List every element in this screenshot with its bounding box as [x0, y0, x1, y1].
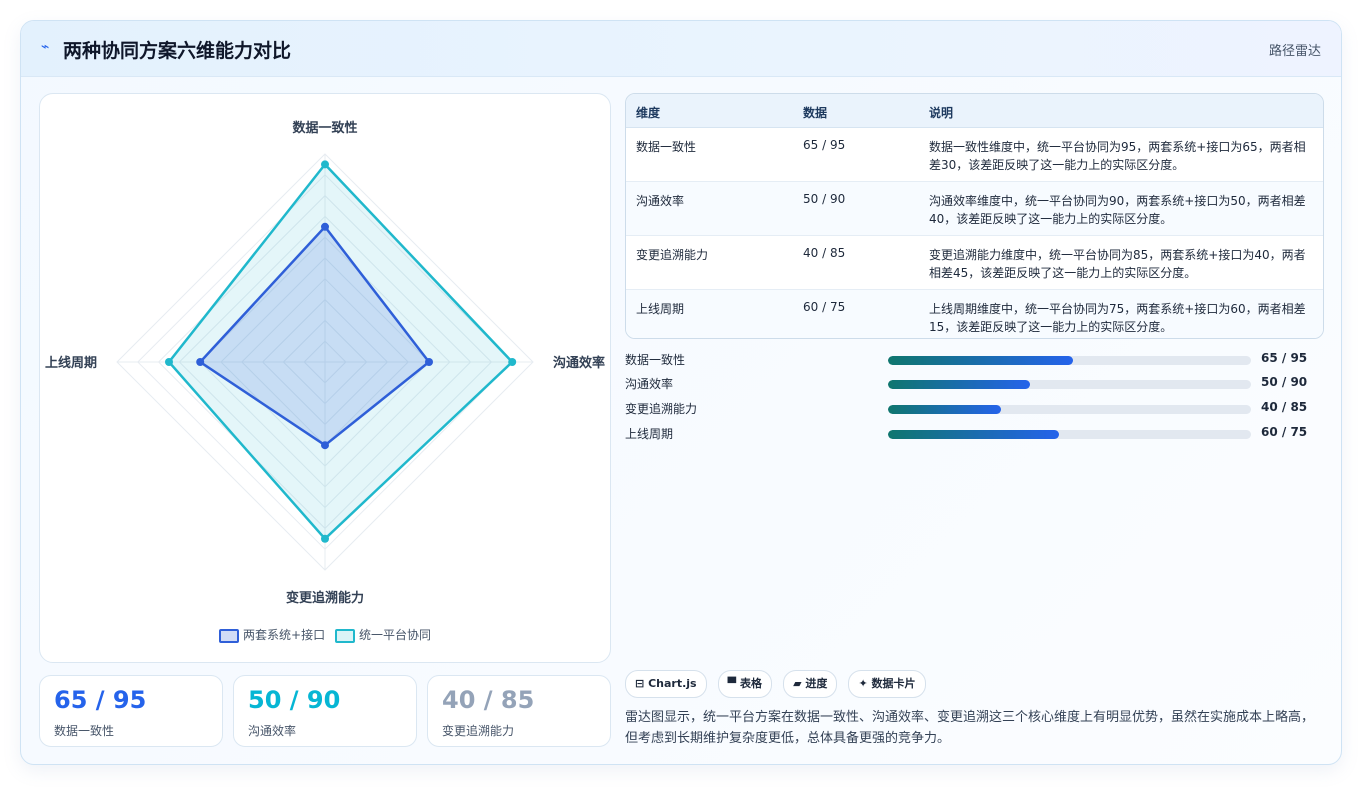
chart-legend: 两套系统+接口 统一平台协同: [40, 626, 610, 643]
progress-label: 数据一致性: [625, 353, 686, 367]
progress-fill: [888, 430, 1059, 439]
progress-track: [888, 405, 1251, 414]
progress-row: 沟通效率 50 / 90: [625, 373, 1324, 393]
cell-dimension: 上线周期: [636, 302, 685, 316]
radar-point: [425, 358, 433, 366]
radar-point: [321, 441, 329, 450]
spark-icon: ✦: [858, 677, 868, 690]
cell-description: 变更追溯能力维度中，统一平台协同为85，两套系统+接口为40，两者相差45，该差…: [929, 248, 1306, 280]
column-header: 数据: [803, 106, 828, 120]
main-card: ⌁ 两种协同方案六维能力对比 路径雷达 数据一致性 沟通效率 变更追溯能力 上线周期 …: [20, 20, 1342, 765]
cell-dimension: 数据一致性: [636, 140, 697, 154]
progress-value: 60 / 75: [1261, 425, 1308, 439]
card-header: ⌁ 两种协同方案六维能力对比 路径雷达: [21, 21, 1341, 77]
progress-value: 40 / 85: [1261, 400, 1308, 414]
stat-value: 40 / 85: [442, 686, 535, 714]
progress-fill: [888, 405, 1001, 414]
progress-label: 沟通效率: [625, 377, 674, 391]
chip-label: 表格: [739, 677, 762, 690]
chip-label: Chart.js: [648, 677, 697, 690]
table-row: 变更追溯能力 40 / 85 变更追溯能力维度中，统一平台协同为85，两套系统+…: [626, 236, 1323, 290]
stat-label: 沟通效率: [248, 724, 297, 738]
legend-swatch: [334, 628, 355, 643]
progress-icon: ▰: [793, 677, 802, 690]
chip-label: 数据卡片: [871, 677, 916, 690]
progress-row: 数据一致性 65 / 95: [625, 349, 1324, 369]
progress-track: [888, 380, 1251, 389]
progress-fill: [888, 356, 1074, 365]
table-header: 维度 数据 说明: [626, 94, 1323, 128]
radar-point: [508, 358, 517, 366]
table-row: 上线周期 60 / 75 上线周期维度中，统一平台协同为75，两套系统+接口为6…: [626, 290, 1323, 338]
cell-description: 数据一致性维度中，统一平台协同为95，两套系统+接口为65，两者相差30，该差距…: [929, 140, 1306, 172]
radar-chart-panel: 数据一致性沟通效率变更追溯能力 上线周期 两套系统+接口 统一平台协同: [39, 93, 611, 663]
progress-value: 50 / 90: [1261, 375, 1308, 389]
stat-label: 数据一致性: [54, 724, 115, 738]
radar-axis-label: 数据一致性: [292, 120, 357, 136]
cell-data: 40 / 85: [803, 246, 846, 260]
chip-data-card[interactable]: ✦ 数据卡片: [848, 670, 926, 698]
page-title: 两种协同方案六维能力对比: [63, 40, 292, 62]
legend-item-series-b[interactable]: 统一平台协同: [334, 626, 431, 643]
cell-data: 60 / 75: [803, 300, 846, 314]
cell-dimension: 沟通效率: [636, 194, 685, 208]
table-row: 数据一致性 65 / 95 数据一致性维度中，统一平台协同为95，两套系统+接口…: [626, 128, 1323, 182]
table-icon: ▀: [727, 677, 737, 690]
progress-track: [888, 430, 1251, 439]
legend-swatch: [219, 628, 240, 643]
cell-data: 50 / 90: [803, 192, 846, 206]
cell-description: 沟通效率维度中，统一平台协同为90，两套系统+接口为50，两者相差40，该差距反…: [929, 194, 1306, 226]
progress-value: 65 / 95: [1261, 351, 1308, 365]
cell-dimension: 变更追溯能力: [636, 248, 709, 262]
window-icon: ⊟: [635, 677, 645, 690]
radar-axis-label: 沟通效率: [553, 355, 605, 371]
tag-chips: ⊟ Chart.js ▀ 表格 ▰ 进度 ✦ 数据卡片: [625, 670, 932, 698]
stat-card: 40 / 85 变更追溯能力: [427, 675, 611, 747]
header-tag: 路径雷达: [1268, 44, 1321, 59]
radar-point: [321, 160, 329, 169]
stat-card: 65 / 95 数据一致性: [39, 675, 223, 747]
stat-card: 50 / 90 沟通效率: [233, 675, 417, 747]
radar-axis-label: 变更追溯能力: [286, 590, 364, 606]
chip-progress[interactable]: ▰ 进度: [783, 670, 838, 698]
chip-chartjs[interactable]: ⊟ Chart.js: [625, 670, 707, 698]
chip-label: 进度: [805, 677, 828, 690]
data-table: 维度 数据 说明 数据一致性 65 / 95 数据一致性维度中，统一平台协同为9…: [625, 93, 1324, 339]
column-header: 说明: [929, 106, 954, 120]
legend-label: 统一平台协同: [358, 628, 431, 642]
progress-label: 上线周期: [625, 427, 674, 441]
legend-label: 两套系统+接口: [243, 628, 326, 642]
progress-track: [888, 356, 1251, 365]
summary-text: 雷达图显示，统一平台方案在数据一致性、沟通效率、变更追溯这三个核心维度上有明显优…: [625, 710, 1315, 746]
progress-row: 变更追溯能力 40 / 85: [625, 398, 1324, 418]
stat-value: 65 / 95: [54, 686, 147, 714]
chip-table[interactable]: ▀ 表格: [717, 670, 772, 698]
cell-data: 65 / 95: [803, 138, 846, 152]
progress-fill: [888, 380, 1030, 389]
cell-description: 上线周期维度中，统一平台协同为75，两套系统+接口为60，两者相差15，该差距反…: [929, 302, 1306, 334]
progress-label: 变更追溯能力: [625, 402, 698, 416]
radar-axis-label: 上线周期: [45, 355, 97, 371]
stat-value: 50 / 90: [248, 686, 341, 714]
radar-point: [321, 534, 329, 543]
column-header: 维度: [636, 106, 661, 120]
radar-chart: 数据一致性沟通效率变更追溯能力 上线周期: [45, 120, 605, 606]
chart-icon: ⌁: [41, 39, 50, 55]
radar-point: [165, 358, 173, 366]
radar-point: [196, 358, 205, 366]
radar-point: [321, 222, 329, 231]
table-row: 沟通效率 50 / 90 沟通效率维度中，统一平台协同为90，两套系统+接口为5…: [626, 182, 1323, 236]
progress-row: 上线周期 60 / 75: [625, 423, 1324, 443]
stat-label: 变更追溯能力: [442, 724, 515, 738]
legend-item-series-a[interactable]: 两套系统+接口: [219, 626, 325, 643]
